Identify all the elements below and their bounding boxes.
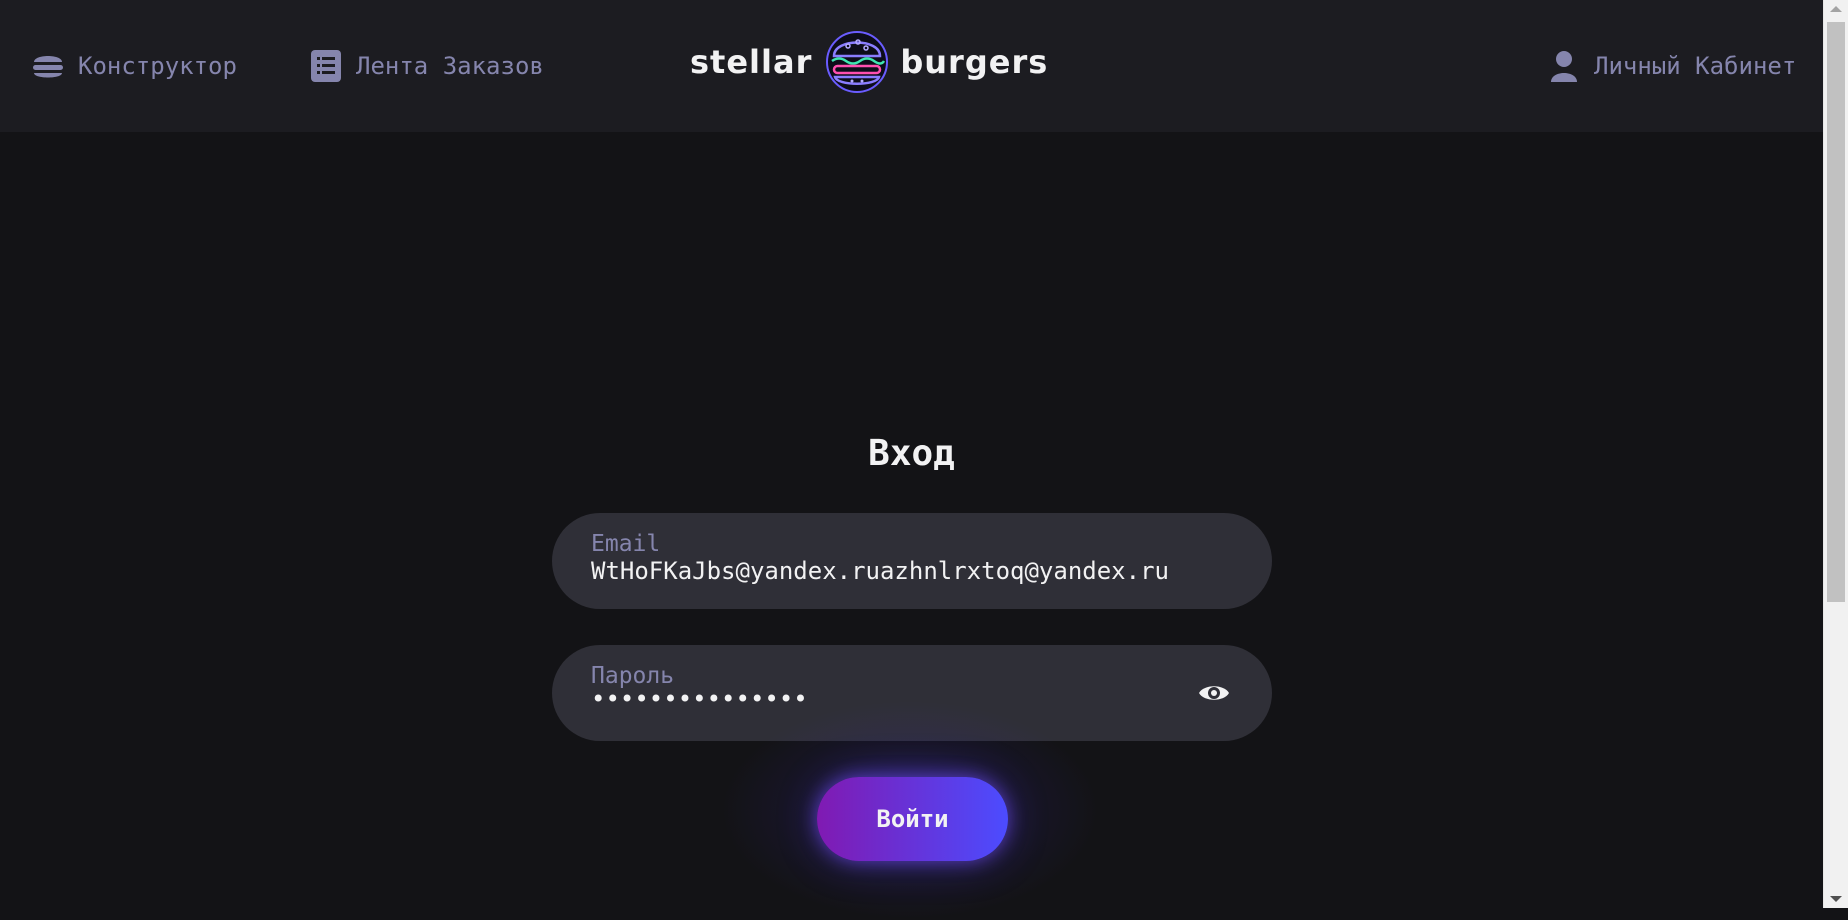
list-icon — [308, 48, 344, 84]
scroll-thumb[interactable] — [1827, 22, 1845, 602]
vertical-scrollbar[interactable] — [1823, 0, 1848, 908]
password-field[interactable]: Пароль ••••••••••••••• — [552, 645, 1272, 741]
show-password-icon[interactable] — [1196, 675, 1232, 711]
nav-personal-account-label: Личный Кабинет — [1594, 52, 1797, 80]
email-label: Email — [591, 531, 661, 557]
login-title: Вход — [868, 433, 955, 474]
email-field[interactable]: Email WtHoFKaJbs@yandex.ruazhnlrxtoq@yan… — [552, 513, 1272, 609]
password-input[interactable]: ••••••••••••••• — [591, 685, 808, 713]
nav-order-feed[interactable]: Лента Заказов — [308, 46, 544, 86]
scroll-up-arrow-icon[interactable] — [1830, 6, 1842, 12]
nav-constructor[interactable]: Конструктор — [30, 46, 237, 86]
app-header: Конструктор Лента Заказов stellar burger… — [0, 0, 1823, 132]
nav-constructor-label: Конструктор — [78, 52, 237, 80]
scroll-down-arrow-icon[interactable] — [1830, 896, 1842, 902]
logo-word-left: stellar — [690, 43, 813, 81]
login-button[interactable]: Войти — [817, 777, 1008, 861]
nav-order-feed-label: Лента Заказов — [356, 52, 544, 80]
email-input[interactable]: WtHoFKaJbs@yandex.ruazhnlrxtoq@yandex.ru — [591, 557, 1169, 585]
stellar-burgers-logo[interactable]: stellar burgers — [690, 26, 1130, 98]
neon-burger-icon — [822, 26, 892, 98]
burger-icon — [30, 48, 66, 84]
nav-personal-account[interactable]: Личный Кабинет — [1546, 46, 1796, 86]
logo-word-right: burgers — [900, 43, 1049, 81]
profile-icon — [1546, 48, 1582, 84]
